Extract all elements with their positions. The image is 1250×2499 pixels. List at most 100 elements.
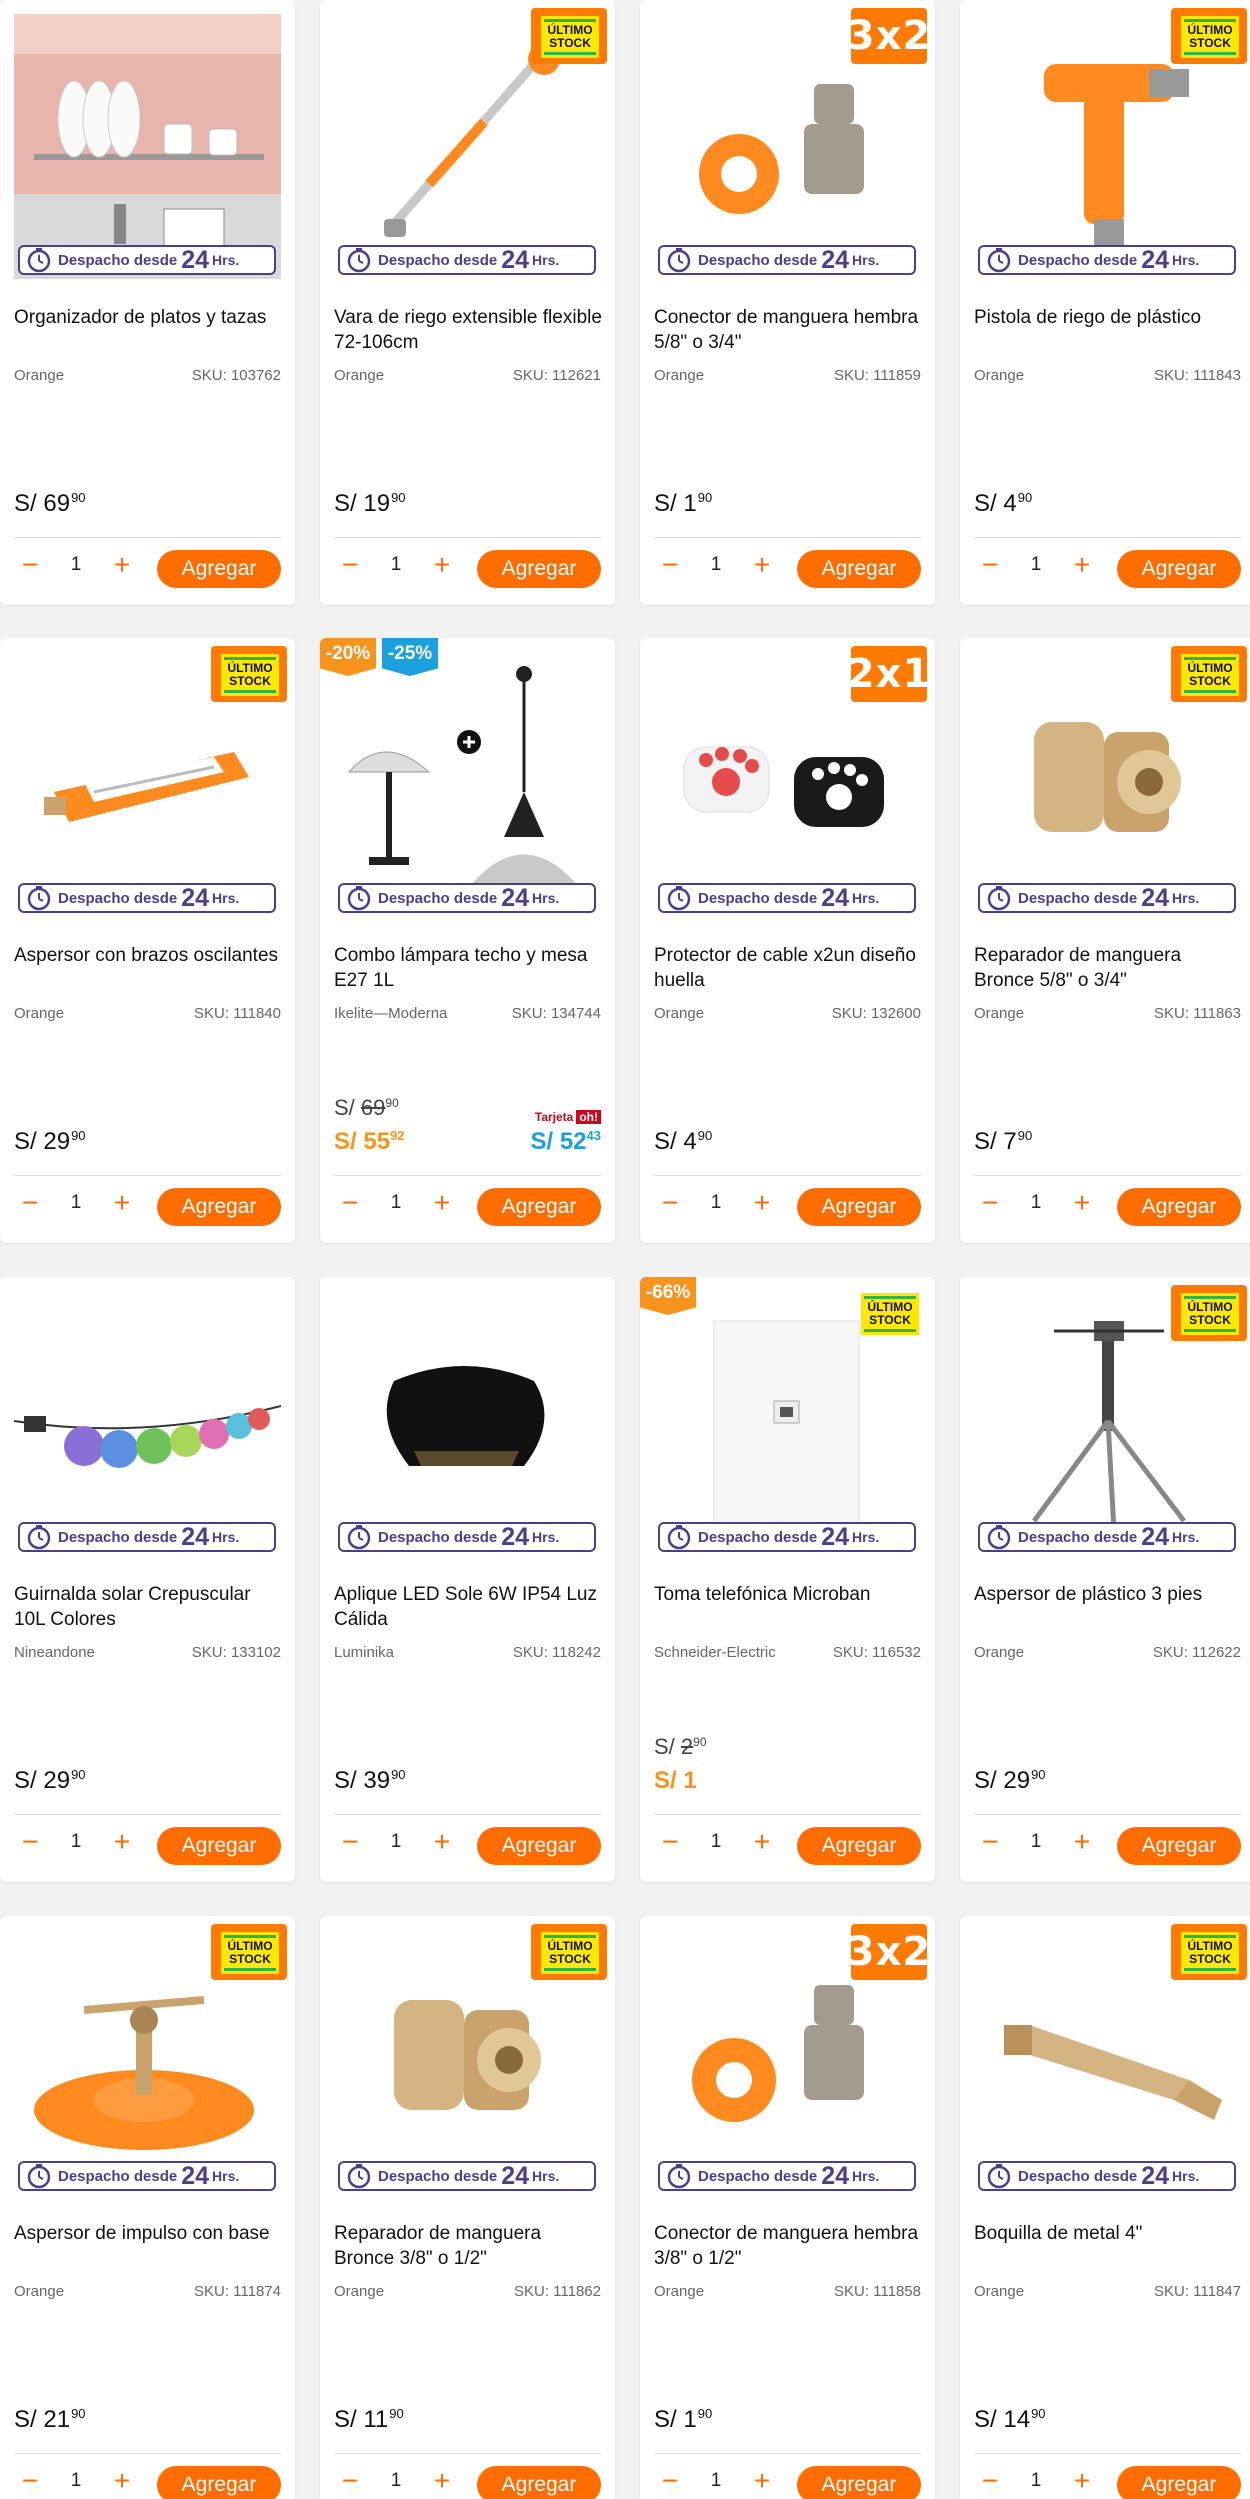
decrease-qty-button[interactable]: − <box>656 551 684 580</box>
product-title[interactable]: Conector de manguera hembra 3/8" o 1/2" <box>654 2221 924 2271</box>
quantity-value[interactable]: 1 <box>372 2470 420 2492</box>
decrease-qty-button[interactable]: − <box>16 551 44 580</box>
increase-qty-button[interactable]: + <box>428 551 456 580</box>
product-image[interactable]: ÚLTIMO STOCK Despacho desde 24 Hrs. <box>960 1277 1250 1572</box>
decrease-qty-button[interactable]: − <box>976 2467 1004 2496</box>
add-to-cart-button[interactable]: Agregar <box>157 550 281 588</box>
quantity-value[interactable]: 1 <box>52 1192 100 1214</box>
decrease-qty-button[interactable]: − <box>16 1189 44 1218</box>
product-card[interactable]: 2x1 Despacho desde 24 Hrs. Protector de … <box>640 638 935 1243</box>
increase-qty-button[interactable]: + <box>428 1828 456 1857</box>
quantity-value[interactable]: 1 <box>692 2470 740 2492</box>
decrease-qty-button[interactable]: − <box>336 551 364 580</box>
decrease-qty-button[interactable]: − <box>656 2467 684 2496</box>
add-to-cart-button[interactable]: Agregar <box>1117 550 1241 588</box>
product-card[interactable]: ÚLTIMO STOCK Despacho desde 24 Hrs. Repa… <box>960 638 1250 1243</box>
add-to-cart-button[interactable]: Agregar <box>1117 1827 1241 1865</box>
quantity-value[interactable]: 1 <box>692 1831 740 1853</box>
product-card[interactable]: Despacho desde 24 Hrs. Organizador de pl… <box>0 0 295 605</box>
product-image[interactable]: 2x1 Despacho desde 24 Hrs. <box>640 638 935 933</box>
product-title[interactable]: Boquilla de metal 4" <box>974 2221 1244 2246</box>
quantity-value[interactable]: 1 <box>372 554 420 576</box>
decrease-qty-button[interactable]: − <box>976 1828 1004 1857</box>
add-to-cart-button[interactable]: Agregar <box>797 1827 921 1865</box>
product-image[interactable]: -20% -25% Despacho desde 24 Hrs. <box>320 638 615 933</box>
add-to-cart-button[interactable]: Agregar <box>157 1188 281 1226</box>
increase-qty-button[interactable]: + <box>1068 2467 1096 2496</box>
quantity-value[interactable]: 1 <box>1012 1831 1060 1853</box>
product-image[interactable]: ÚLTIMO STOCK Despacho desde 24 Hrs. <box>960 1916 1250 2211</box>
product-image[interactable]: ÚLTIMO STOCK Despacho desde 24 Hrs. <box>320 1916 615 2211</box>
add-to-cart-button[interactable]: Agregar <box>1117 2466 1241 2499</box>
increase-qty-button[interactable]: + <box>428 1189 456 1218</box>
product-card[interactable]: ÚLTIMO STOCK Despacho desde 24 Hrs. Boqu… <box>960 1916 1250 2499</box>
quantity-value[interactable]: 1 <box>52 2470 100 2492</box>
product-image[interactable]: 3x2 Despacho desde 24 Hrs. <box>640 0 935 295</box>
add-to-cart-button[interactable]: Agregar <box>797 550 921 588</box>
increase-qty-button[interactable]: + <box>1068 551 1096 580</box>
product-title[interactable]: Organizador de platos y tazas <box>14 305 284 330</box>
quantity-value[interactable]: 1 <box>692 1192 740 1214</box>
decrease-qty-button[interactable]: − <box>976 551 1004 580</box>
product-card[interactable]: ÚLTIMO STOCK Despacho desde 24 Hrs. Aspe… <box>0 1916 295 2499</box>
product-card[interactable]: -66% ÚLTIMO STOCK Despacho desde 24 Hrs.… <box>640 1277 935 1882</box>
product-title[interactable]: Reparador de manguera Bronce 5/8" o 3/4" <box>974 943 1244 993</box>
increase-qty-button[interactable]: + <box>1068 1189 1096 1218</box>
add-to-cart-button[interactable]: Agregar <box>797 2466 921 2499</box>
product-title[interactable]: Aspersor de plástico 3 pies <box>974 1582 1244 1607</box>
product-title[interactable]: Guirnalda solar Crepuscular 10L Colores <box>14 1582 284 1632</box>
product-image[interactable]: Despacho desde 24 Hrs. <box>0 0 295 295</box>
product-card[interactable]: ÚLTIMO STOCK Despacho desde 24 Hrs. Repa… <box>320 1916 615 2499</box>
product-title[interactable]: Vara de riego extensible flexible 72-106… <box>334 305 604 355</box>
decrease-qty-button[interactable]: − <box>16 1828 44 1857</box>
product-title[interactable]: Aplique LED Sole 6W IP54 Luz Cálida <box>334 1582 604 1632</box>
increase-qty-button[interactable]: + <box>108 1189 136 1218</box>
product-image[interactable]: ÚLTIMO STOCK Despacho desde 24 Hrs. <box>960 0 1250 295</box>
product-title[interactable]: Conector de manguera hembra 5/8" o 3/4" <box>654 305 924 355</box>
quantity-value[interactable]: 1 <box>372 1831 420 1853</box>
product-card[interactable]: Despacho desde 24 Hrs. Aplique LED Sole … <box>320 1277 615 1882</box>
decrease-qty-button[interactable]: − <box>656 1189 684 1218</box>
product-title[interactable]: Pistola de riego de plástico <box>974 305 1244 330</box>
increase-qty-button[interactable]: + <box>108 1828 136 1857</box>
quantity-value[interactable]: 1 <box>1012 554 1060 576</box>
increase-qty-button[interactable]: + <box>108 2467 136 2496</box>
increase-qty-button[interactable]: + <box>748 551 776 580</box>
product-title[interactable]: Toma telefónica Microban <box>654 1582 924 1607</box>
product-card[interactable]: ÚLTIMO STOCK Despacho desde 24 Hrs. Aspe… <box>960 1277 1250 1882</box>
increase-qty-button[interactable]: + <box>1068 1828 1096 1857</box>
quantity-value[interactable]: 1 <box>52 554 100 576</box>
product-image[interactable]: ÚLTIMO STOCK Despacho desde 24 Hrs. <box>0 1916 295 2211</box>
decrease-qty-button[interactable]: − <box>336 1828 364 1857</box>
product-image[interactable]: ÚLTIMO STOCK Despacho desde 24 Hrs. <box>320 0 615 295</box>
product-card[interactable]: 3x2 Despacho desde 24 Hrs. Conector de m… <box>640 0 935 605</box>
product-image[interactable]: ÚLTIMO STOCK Despacho desde 24 Hrs. <box>960 638 1250 933</box>
quantity-value[interactable]: 1 <box>1012 1192 1060 1214</box>
add-to-cart-button[interactable]: Agregar <box>797 1188 921 1226</box>
product-image[interactable]: ÚLTIMO STOCK Despacho desde 24 Hrs. <box>0 638 295 933</box>
product-card[interactable]: Despacho desde 24 Hrs. Guirnalda solar C… <box>0 1277 295 1882</box>
decrease-qty-button[interactable]: − <box>336 1189 364 1218</box>
product-card[interactable]: ÚLTIMO STOCK Despacho desde 24 Hrs. Aspe… <box>0 638 295 1243</box>
decrease-qty-button[interactable]: − <box>336 2467 364 2496</box>
quantity-value[interactable]: 1 <box>1012 2470 1060 2492</box>
quantity-value[interactable]: 1 <box>372 1192 420 1214</box>
product-image[interactable]: -66% ÚLTIMO STOCK Despacho desde 24 Hrs. <box>640 1277 935 1572</box>
product-card[interactable]: ÚLTIMO STOCK Despacho desde 24 Hrs. Vara… <box>320 0 615 605</box>
add-to-cart-button[interactable]: Agregar <box>477 550 601 588</box>
add-to-cart-button[interactable]: Agregar <box>477 2466 601 2499</box>
product-card[interactable]: ÚLTIMO STOCK Despacho desde 24 Hrs. Pist… <box>960 0 1250 605</box>
product-title[interactable]: Protector de cable x2un diseño huella <box>654 943 924 993</box>
product-card[interactable]: -20% -25% Despacho desde 24 Hrs. Combo l… <box>320 638 615 1243</box>
quantity-value[interactable]: 1 <box>692 554 740 576</box>
decrease-qty-button[interactable]: − <box>976 1189 1004 1218</box>
increase-qty-button[interactable]: + <box>748 2467 776 2496</box>
product-title[interactable]: Combo lámpara techo y mesa E27 1L <box>334 943 604 993</box>
decrease-qty-button[interactable]: − <box>16 2467 44 2496</box>
add-to-cart-button[interactable]: Agregar <box>477 1188 601 1226</box>
add-to-cart-button[interactable]: Agregar <box>157 2466 281 2499</box>
product-title[interactable]: Aspersor con brazos oscilantes <box>14 943 284 968</box>
decrease-qty-button[interactable]: − <box>656 1828 684 1857</box>
product-card[interactable]: 3x2 Despacho desde 24 Hrs. Conector de m… <box>640 1916 935 2499</box>
add-to-cart-button[interactable]: Agregar <box>1117 1188 1241 1226</box>
